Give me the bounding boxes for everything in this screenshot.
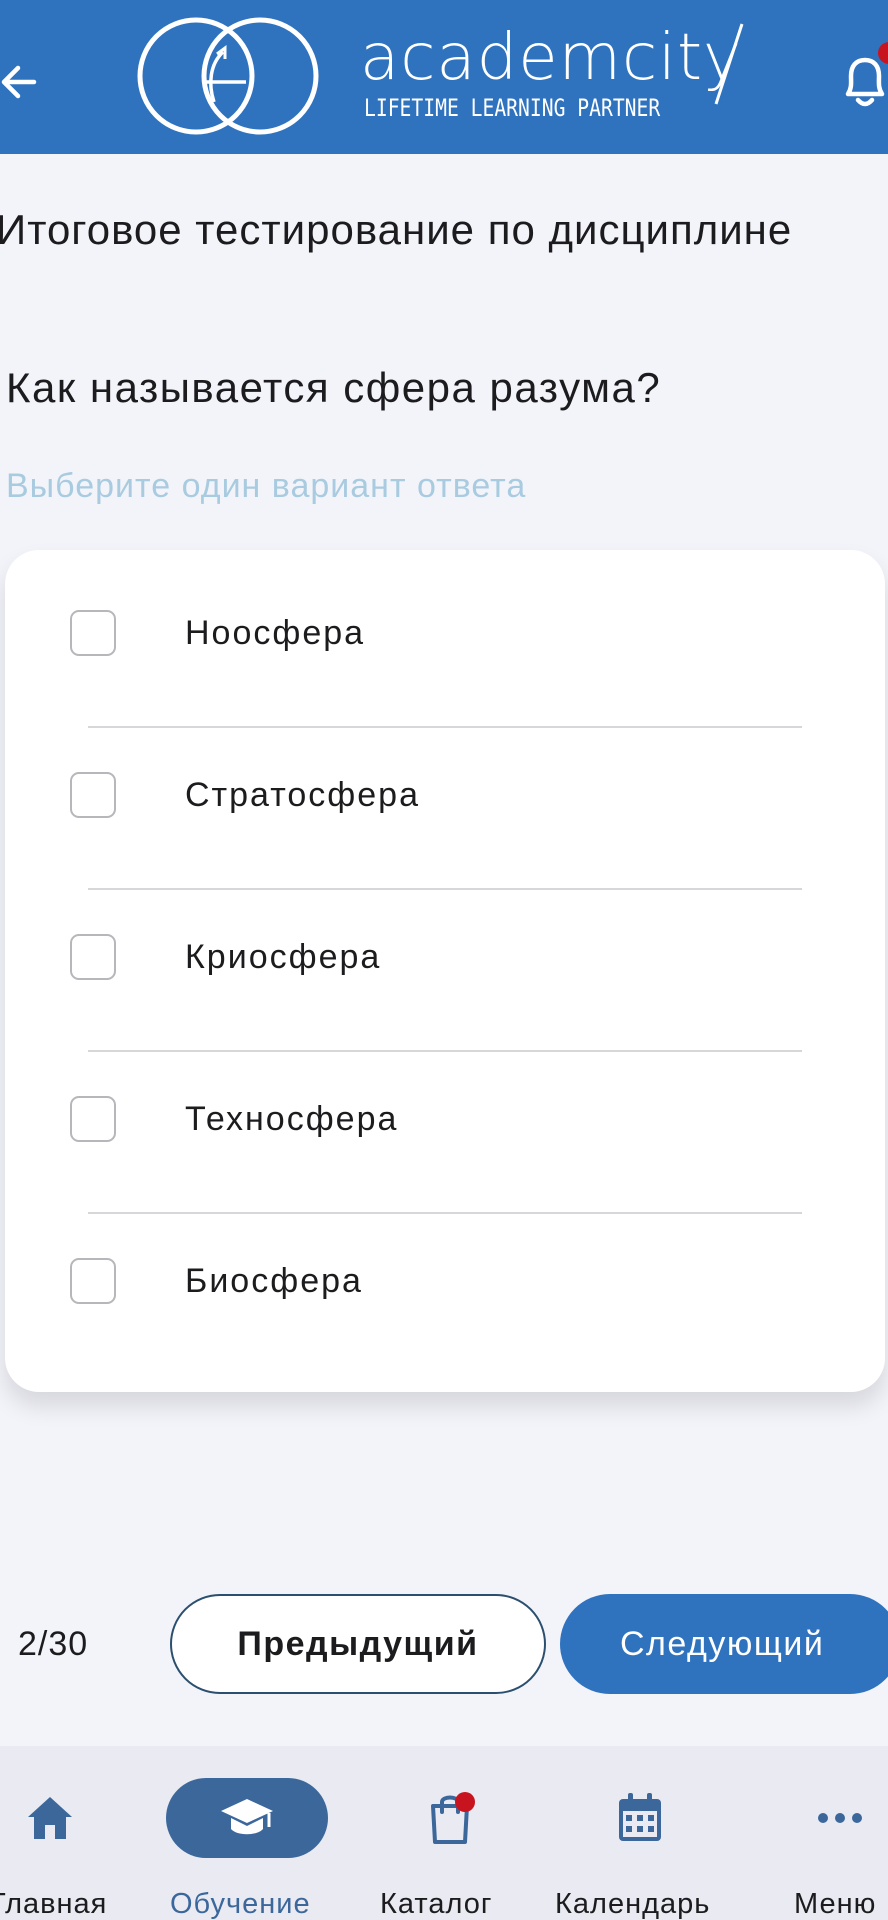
option-label: Биосфера: [185, 1262, 363, 1300]
answer-option[interactable]: Стратосфера: [5, 712, 885, 874]
answer-option[interactable]: Криосфера: [5, 874, 885, 1036]
answer-option[interactable]: Биосфера: [5, 1198, 885, 1360]
option-checkbox[interactable]: [70, 1258, 116, 1304]
logo-tagline: LIFETIME LEARNING PARTNER: [364, 94, 661, 122]
nav-label-catalog: Каталог: [380, 1888, 493, 1920]
nav-label-home: Главная: [0, 1888, 108, 1920]
logo-wordmark: academcity: [360, 21, 742, 95]
answer-options-card: Ноосфера Стратосфера Криосфера Техносфер…: [5, 550, 885, 1392]
option-label: Стратосфера: [185, 776, 420, 814]
question-counter: 2/30: [18, 1625, 89, 1663]
nav-label-menu: Меню: [794, 1888, 877, 1920]
graduation-cap-icon: [221, 1799, 273, 1835]
option-label: Техносфера: [185, 1100, 399, 1138]
page-title: Итоговое тестирование по дисциплине: [0, 206, 793, 253]
answer-option[interactable]: Техносфера: [5, 1036, 885, 1198]
option-label: Ноосфера: [185, 614, 366, 652]
option-checkbox[interactable]: [70, 772, 116, 818]
previous-button[interactable]: Предыдущий: [170, 1594, 546, 1694]
option-checkbox[interactable]: [70, 934, 116, 980]
logo-mark: [137, 17, 319, 135]
bottom-navigation: Главная Обучение Каталог Календарь Меню: [0, 1746, 888, 1920]
app-header: academcity LIFETIME LEARNING PARTNER: [0, 0, 888, 154]
answer-hint: Выберите один вариант ответа: [6, 467, 527, 505]
nav-label-calendar: Календарь: [555, 1888, 711, 1920]
nav-item-learning[interactable]: Обучение: [160, 1746, 340, 1920]
next-button[interactable]: Следующий: [560, 1594, 888, 1694]
catalog-badge: [455, 1792, 475, 1812]
home-icon: [28, 1797, 72, 1839]
back-button[interactable]: [0, 52, 40, 112]
question-text: Как называется сфера разума?: [6, 364, 662, 411]
more-dots-icon: [818, 1813, 862, 1823]
nav-item-menu[interactable]: Меню: [790, 1746, 888, 1920]
logo-slash: [714, 23, 744, 105]
option-checkbox[interactable]: [70, 1096, 116, 1142]
answer-option[interactable]: Ноосфера: [5, 550, 885, 712]
nav-label-learning: Обучение: [170, 1888, 311, 1920]
academcity-logo: academcity LIFETIME LEARNING PARTNER: [128, 14, 768, 144]
nav-item-calendar[interactable]: Календарь: [550, 1746, 730, 1920]
option-checkbox[interactable]: [70, 610, 116, 656]
nav-item-home[interactable]: Главная: [0, 1746, 120, 1920]
back-arrow-icon: [1, 65, 37, 99]
calendar-icon: [619, 1793, 661, 1841]
option-label: Криосфера: [185, 938, 382, 976]
nav-item-catalog[interactable]: Каталог: [370, 1746, 520, 1920]
